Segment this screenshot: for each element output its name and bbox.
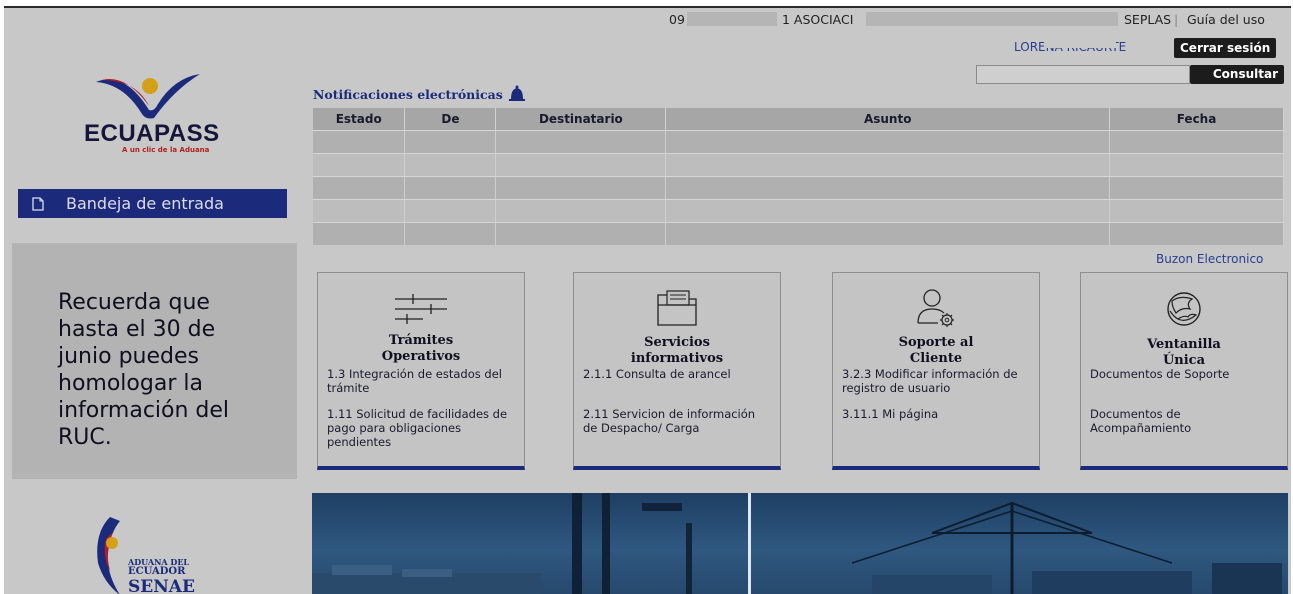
table-row[interactable]: [313, 175, 1284, 199]
senae-logo-mark: [97, 517, 120, 594]
card-link[interactable]: 2.11 Servicion de información de Despach…: [583, 407, 773, 435]
senae-logo: ADUANA DEL ECUADOR SENAE: [90, 513, 240, 594]
mailbox-link[interactable]: Buzon Electronico: [1156, 252, 1263, 266]
header-separator: |: [1174, 12, 1179, 27]
column-header[interactable]: Asunto: [665, 108, 1111, 130]
notifications-table: Estado De Destinatario Asunto Fecha: [313, 108, 1284, 245]
inbox-label: Bandeja de entrada: [66, 194, 224, 213]
column-header[interactable]: Destinatario: [495, 108, 667, 130]
table-row[interactable]: [313, 221, 1284, 245]
column-header[interactable]: De: [404, 108, 497, 130]
table-row[interactable]: [313, 152, 1284, 176]
card-title-line: Ventanilla: [1147, 337, 1221, 352]
card-link[interactable]: 1.11 Solicitud de facilidades de pago pa…: [327, 407, 517, 449]
card-title-line: informativos: [630, 351, 724, 366]
card-link[interactable]: Documentos de Acompañamiento: [1090, 407, 1280, 435]
ecuapass-logo[interactable]: [94, 70, 204, 120]
redacted-block: [687, 12, 777, 26]
redacted-block: [1044, 38, 1116, 48]
card-soporte-cliente[interactable]: Soporte al Cliente 3.2.3 Modificar infor…: [832, 272, 1040, 470]
card-title: Ventanilla Única: [1081, 337, 1287, 369]
card-tramites-operativos[interactable]: Trámites Operativos 1.3 Integración de e…: [317, 272, 525, 470]
company-name: 1 ASOCIACI: [782, 12, 854, 27]
account-name: SEPLAS: [1124, 12, 1172, 27]
ecuapass-tagline: A un clic de la Aduana: [122, 146, 210, 154]
redacted-block: [866, 12, 1118, 26]
card-title-line: Cliente: [909, 351, 963, 366]
inbox-button[interactable]: Bandeja de entrada: [18, 189, 287, 218]
port-banner[interactable]: [312, 493, 1288, 594]
page-frame: 09 1 ASOCIACI SEPLAS | Guía del uso LORE…: [4, 6, 1291, 594]
table-row[interactable]: [313, 129, 1284, 153]
ecuapass-wordmark: ECUAPASS: [84, 120, 220, 147]
bell-icon[interactable]: [507, 84, 527, 104]
guide-link[interactable]: Guía del uso: [1187, 12, 1265, 27]
card-title: Soporte al Cliente: [833, 335, 1039, 367]
ruc-number: 09: [669, 12, 685, 27]
search-input[interactable]: [976, 65, 1190, 84]
ecuapass-logo-mark: [96, 74, 200, 119]
document-icon: [32, 196, 44, 211]
card-title-line: Soporte al: [898, 335, 974, 350]
card-link[interactable]: Documentos de Soporte: [1090, 367, 1286, 381]
search-button[interactable]: Consultar: [1190, 65, 1284, 84]
card-link[interactable]: 1.3 Integración de estados del trámite: [327, 367, 517, 395]
card-title: Servicios informativos: [574, 335, 780, 367]
column-header[interactable]: Fecha: [1109, 108, 1284, 130]
notifications-title: Notificaciones electrónicas: [313, 84, 527, 104]
notifications-table-wrap: Estado De Destinatario Asunto Fecha: [313, 108, 1284, 245]
sliders-icon: [395, 294, 447, 324]
table-row[interactable]: [313, 198, 1284, 222]
promo-box: Recuerda que hasta el 30 de junio puedes…: [12, 243, 297, 479]
card-title-line: Servicios: [644, 335, 710, 350]
card-link[interactable]: 3.2.3 Modificar información de registro …: [842, 367, 1038, 395]
senae-line2: ECUADOR: [128, 566, 186, 577]
card-title-line: Trámites: [388, 333, 454, 348]
globe-hands-icon: [1167, 292, 1201, 326]
logout-button[interactable]: Cerrar sesión: [1174, 38, 1277, 58]
card-servicios-informativos[interactable]: Servicios informativos 2.1.1 Consulta de…: [573, 272, 781, 470]
card-title-line: Operativos: [381, 349, 461, 364]
senae-line3: SENAE: [128, 577, 195, 594]
column-header[interactable]: Estado: [313, 108, 406, 130]
user-gear-icon: [917, 289, 954, 327]
promo-text: Recuerda que hasta el 30 de junio puedes…: [58, 290, 230, 450]
card-link[interactable]: 3.11.1 Mi página: [842, 407, 1032, 421]
notifications-title-text: Notificaciones electrónicas: [313, 86, 503, 102]
card-title: Trámites Operativos: [318, 333, 524, 365]
card-link[interactable]: 2.1.1 Consulta de arancel: [583, 367, 773, 381]
port-banner-image: [312, 493, 1282, 594]
table-header-row: Estado De Destinatario Asunto Fecha: [313, 108, 1284, 130]
folder-icon: [657, 290, 697, 326]
card-ventanilla-unica[interactable]: Ventanilla Única Documentos de Soporte D…: [1080, 272, 1288, 470]
